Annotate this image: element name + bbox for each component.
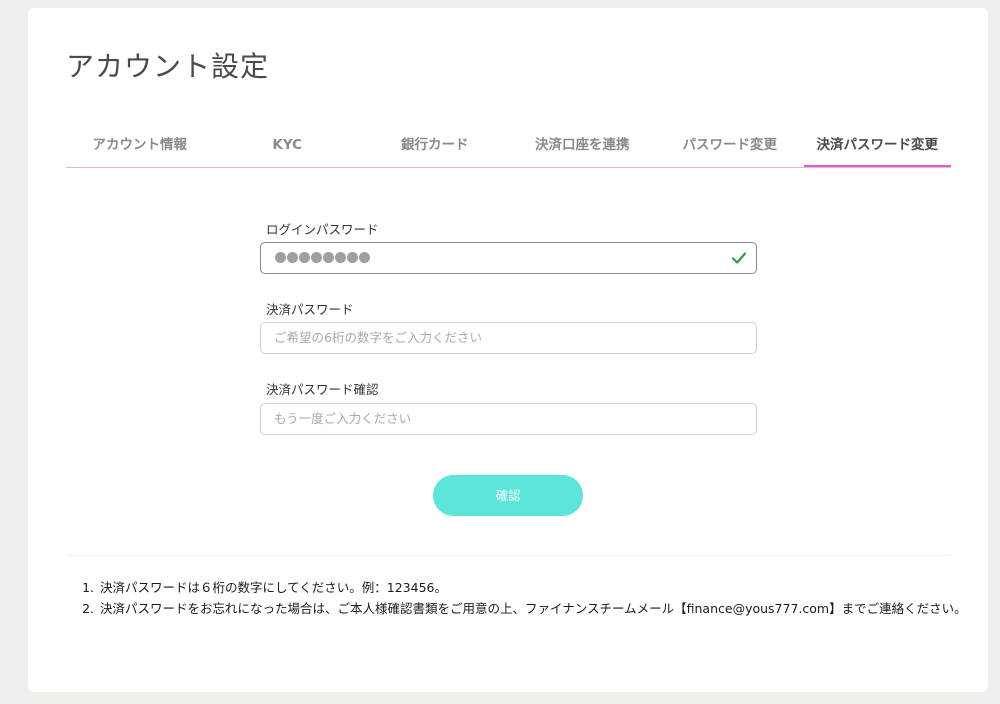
password-dot xyxy=(287,252,298,263)
password-dot xyxy=(311,252,322,263)
tab-link-payment-account[interactable]: 決済口座を連携 xyxy=(509,130,657,167)
note-item: 決済パスワードをお忘れになった場合は、ご本人様確認書類をご用意の上、ファイナンス… xyxy=(98,598,978,619)
password-dot xyxy=(275,252,286,263)
tab-payment-password-change[interactable]: 決済パスワード変更 xyxy=(803,130,951,167)
notes-list: 決済パスワードは６桁の数字にしてください。例：123456。 決済パスワードをお… xyxy=(83,577,978,619)
password-dot xyxy=(335,252,346,263)
payment-password-placeholder: ご希望の6桁の数字をご入力ください xyxy=(274,330,482,345)
tab-account-info[interactable]: アカウント情報 xyxy=(66,130,214,167)
payment-password-confirm-placeholder: もう一度ご入力ください xyxy=(274,411,412,426)
password-dot xyxy=(299,252,310,263)
login-password-field[interactable] xyxy=(260,242,757,274)
masked-password-dots xyxy=(275,252,370,263)
check-icon xyxy=(731,252,747,264)
note-item: 決済パスワードは６桁の数字にしてください。例：123456。 xyxy=(98,577,978,598)
payment-password-confirm-label: 決済パスワード確認 xyxy=(266,382,379,397)
tab-kyc[interactable]: KYC xyxy=(214,130,362,167)
confirm-button[interactable]: 確認 xyxy=(433,475,583,516)
page-title: アカウント設定 xyxy=(66,50,270,83)
password-dot xyxy=(323,252,334,263)
payment-password-label: 決済パスワード xyxy=(266,302,354,317)
tab-password-change[interactable]: パスワード変更 xyxy=(656,130,804,167)
password-dot xyxy=(359,252,370,263)
password-dot xyxy=(347,252,358,263)
payment-password-confirm-field[interactable]: もう一度ご入力ください xyxy=(260,403,757,435)
payment-password-field[interactable]: ご希望の6桁の数字をご入力ください xyxy=(260,322,757,354)
login-password-label: ログインパスワード xyxy=(266,222,379,237)
divider xyxy=(66,555,951,556)
settings-card: アカウント設定 アカウント情報 KYC 銀行カード 決済口座を連携 パスワード変… xyxy=(28,8,988,692)
settings-tabs: アカウント情報 KYC 銀行カード 決済口座を連携 パスワード変更 決済パスワー… xyxy=(66,130,951,168)
tab-bank-card[interactable]: 銀行カード xyxy=(361,130,509,167)
